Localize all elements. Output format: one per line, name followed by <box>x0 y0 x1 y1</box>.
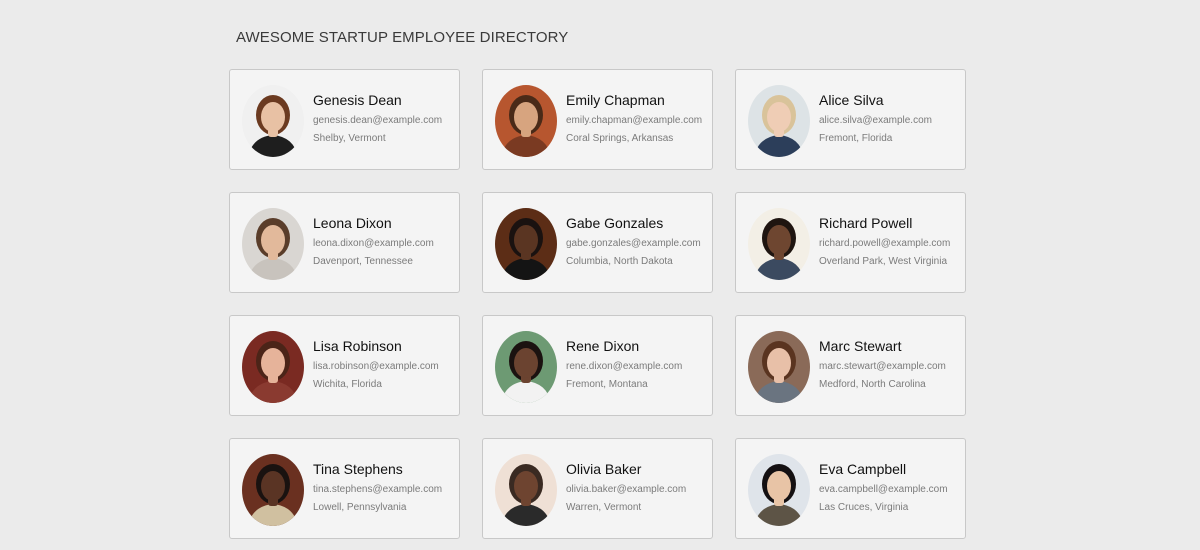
avatar <box>748 208 810 280</box>
employee-card[interactable]: Lisa Robinson lisa.robinson@example.com … <box>229 315 460 416</box>
avatar-photo <box>242 454 304 526</box>
employee-card[interactable]: Rene Dixon rene.dixon@example.com Fremon… <box>482 315 713 416</box>
avatar <box>242 208 304 280</box>
avatar <box>495 85 557 157</box>
employee-name: Olivia Baker <box>566 461 642 477</box>
employee-card[interactable]: Olivia Baker olivia.baker@example.com Wa… <box>482 438 713 539</box>
employee-info: Marc Stewart marc.stewart@example.com Me… <box>819 338 965 391</box>
avatar-photo <box>242 85 304 157</box>
employee-card[interactable]: Tina Stephens tina.stephens@example.com … <box>229 438 460 539</box>
employee-email: richard.powell@example.com <box>819 238 951 249</box>
avatar <box>242 85 304 157</box>
avatar-photo <box>495 85 557 157</box>
employee-email: gabe.gonzales@example.com <box>566 238 701 249</box>
avatar-photo <box>242 208 304 280</box>
employee-location: Fremont, Florida <box>819 133 893 144</box>
employee-info: Emily Chapman emily.chapman@example.com … <box>566 92 712 145</box>
avatar-photo <box>748 85 810 157</box>
employee-location: Medford, North Carolina <box>819 379 926 390</box>
employee-location: Overland Park, West Virginia <box>819 256 948 267</box>
employee-location: Lowell, Pennsylvania <box>313 502 407 513</box>
employee-email: rene.dixon@example.com <box>566 361 683 372</box>
employee-card[interactable]: Gabe Gonzales gabe.gonzales@example.com … <box>482 192 713 293</box>
avatar-photo <box>748 208 810 280</box>
avatar <box>242 454 304 526</box>
avatar <box>495 331 557 403</box>
employee-location: Fremont, Montana <box>566 379 648 390</box>
employee-card[interactable]: Alice Silva alice.silva@example.com Frem… <box>735 69 966 170</box>
employee-info: Richard Powell richard.powell@example.co… <box>819 215 965 268</box>
employee-card[interactable]: Richard Powell richard.powell@example.co… <box>735 192 966 293</box>
employee-card[interactable]: Emily Chapman emily.chapman@example.com … <box>482 69 713 170</box>
employee-location: Shelby, Vermont <box>313 133 386 144</box>
avatar <box>748 331 810 403</box>
employee-name: Lisa Robinson <box>313 338 402 354</box>
employee-info: Gabe Gonzales gabe.gonzales@example.com … <box>566 215 712 268</box>
employee-name: Leona Dixon <box>313 215 392 231</box>
avatar <box>495 208 557 280</box>
employee-email: lisa.robinson@example.com <box>313 361 439 372</box>
employee-name: Emily Chapman <box>566 92 665 108</box>
directory-page: AWESOME STARTUP EMPLOYEE DIRECTORY Genes… <box>0 0 1200 550</box>
employee-email: olivia.baker@example.com <box>566 484 687 495</box>
employee-location: Coral Springs, Arkansas <box>566 133 674 144</box>
employee-name: Richard Powell <box>819 215 913 231</box>
employee-location: Wichita, Florida <box>313 379 382 390</box>
avatar-photo <box>748 331 810 403</box>
page-title: AWESOME STARTUP EMPLOYEE DIRECTORY <box>236 29 569 46</box>
employee-info: Eva Campbell eva.campbell@example.com La… <box>819 461 965 514</box>
employee-info: Tina Stephens tina.stephens@example.com … <box>313 461 459 514</box>
employee-info: Rene Dixon rene.dixon@example.com Fremon… <box>566 338 712 391</box>
employee-location: Columbia, North Dakota <box>566 256 673 267</box>
employee-info: Alice Silva alice.silva@example.com Frem… <box>819 92 965 145</box>
employee-info: Lisa Robinson lisa.robinson@example.com … <box>313 338 459 391</box>
employee-name: Eva Campbell <box>819 461 907 477</box>
avatar-photo <box>495 331 557 403</box>
employee-email: genesis.dean@example.com <box>313 115 443 126</box>
avatar <box>242 331 304 403</box>
employee-email: eva.campbell@example.com <box>819 484 948 495</box>
employee-location: Davenport, Tennessee <box>313 256 413 267</box>
employee-name: Tina Stephens <box>313 461 403 477</box>
employee-card[interactable]: Leona Dixon leona.dixon@example.com Dave… <box>229 192 460 293</box>
employee-card[interactable]: Genesis Dean genesis.dean@example.com Sh… <box>229 69 460 170</box>
avatar-photo <box>748 454 810 526</box>
avatar-photo <box>495 208 557 280</box>
avatar-photo <box>495 454 557 526</box>
employee-email: leona.dixon@example.com <box>313 238 434 249</box>
employee-name: Alice Silva <box>819 92 884 108</box>
employee-card[interactable]: Marc Stewart marc.stewart@example.com Me… <box>735 315 966 416</box>
employee-name: Rene Dixon <box>566 338 640 354</box>
employee-info: Genesis Dean genesis.dean@example.com Sh… <box>313 92 459 145</box>
employee-name: Genesis Dean <box>313 92 402 108</box>
employee-location: Las Cruces, Virginia <box>819 502 909 513</box>
employee-grid: Genesis Dean genesis.dean@example.com Sh… <box>229 69 966 539</box>
employee-name: Gabe Gonzales <box>566 215 664 231</box>
employee-location: Warren, Vermont <box>566 502 642 513</box>
employee-email: emily.chapman@example.com <box>566 115 703 126</box>
employee-info: Leona Dixon leona.dixon@example.com Dave… <box>313 215 459 268</box>
avatar <box>495 454 557 526</box>
avatar <box>748 454 810 526</box>
avatar <box>748 85 810 157</box>
avatar-photo <box>242 331 304 403</box>
employee-email: tina.stephens@example.com <box>313 484 443 495</box>
employee-info: Olivia Baker olivia.baker@example.com Wa… <box>566 461 712 514</box>
employee-card[interactable]: Eva Campbell eva.campbell@example.com La… <box>735 438 966 539</box>
employee-name: Marc Stewart <box>819 338 902 354</box>
employee-email: marc.stewart@example.com <box>819 361 946 372</box>
employee-email: alice.silva@example.com <box>819 115 932 126</box>
